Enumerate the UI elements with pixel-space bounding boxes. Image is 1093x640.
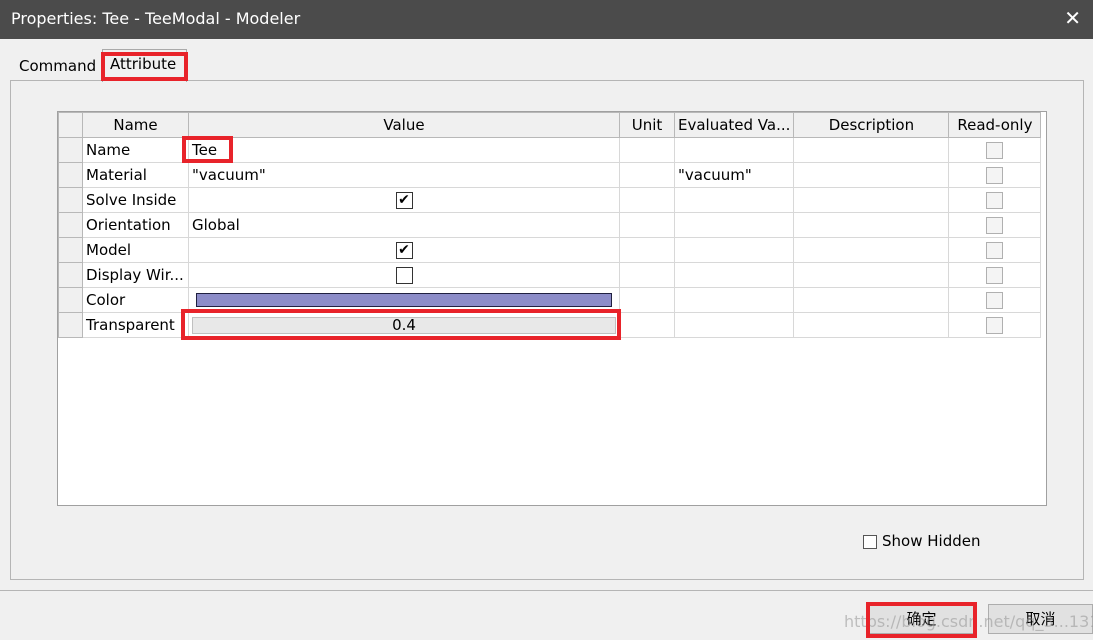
property-description xyxy=(793,212,950,238)
transparency-slider[interactable]: 0.4 xyxy=(192,316,616,334)
column-header-value[interactable]: Value xyxy=(188,112,620,138)
property-value-material[interactable]: "vacuum" xyxy=(188,162,620,188)
read-only-checkbox[interactable] xyxy=(986,142,1004,159)
show-hidden-label: Show Hidden xyxy=(882,532,981,550)
read-only-cell xyxy=(948,212,1042,238)
header-row: Name Value Unit Evaluated Va... Descript… xyxy=(58,112,1042,138)
read-only-checkbox[interactable] xyxy=(986,267,1004,284)
read-only-cell xyxy=(948,162,1042,188)
read-only-cell xyxy=(948,187,1042,213)
tab-command[interactable]: Command xyxy=(12,52,102,82)
property-value-orientation[interactable]: Global xyxy=(188,212,620,238)
properties-grid: Name Value Unit Evaluated Va... Descript… xyxy=(57,111,1047,506)
property-evaluated xyxy=(673,312,795,338)
read-only-cell xyxy=(948,312,1042,338)
read-only-cell xyxy=(948,237,1042,263)
corner-header xyxy=(58,112,83,138)
property-value-solve-inside: ✔ xyxy=(188,187,620,213)
property-name: Model xyxy=(82,237,189,263)
properties-table: Name Value Unit Evaluated Va... Descript… xyxy=(58,112,1042,338)
property-description xyxy=(793,162,950,188)
cancel-button[interactable]: 取消 xyxy=(988,604,1093,634)
read-only-checkbox[interactable] xyxy=(986,242,1004,259)
row-header[interactable] xyxy=(58,212,83,238)
property-unit xyxy=(619,262,675,288)
read-only-checkbox[interactable] xyxy=(986,317,1004,334)
property-evaluated xyxy=(673,137,795,163)
property-value-transparent: 0.4 xyxy=(188,312,620,338)
property-description xyxy=(793,137,950,163)
table-row: Color xyxy=(58,287,1042,313)
property-unit xyxy=(619,137,675,163)
table-row: Model ✔ xyxy=(58,237,1042,263)
column-header-unit[interactable]: Unit xyxy=(619,112,675,138)
read-only-cell xyxy=(948,137,1042,163)
read-only-cell xyxy=(948,262,1042,288)
property-value-model: ✔ xyxy=(188,237,620,263)
property-evaluated xyxy=(673,187,795,213)
tab-attribute[interactable]: Attribute xyxy=(102,49,187,82)
column-header-read-only[interactable]: Read-only xyxy=(948,112,1042,138)
property-value-display-wireframe xyxy=(188,262,620,288)
property-unit xyxy=(619,162,675,188)
table-row: Display Wir... xyxy=(58,262,1042,288)
display-wireframe-checkbox[interactable] xyxy=(395,267,413,284)
row-header[interactable] xyxy=(58,187,83,213)
property-description xyxy=(793,287,950,313)
column-header-evaluated-value[interactable]: Evaluated Va... xyxy=(673,112,795,138)
property-unit xyxy=(619,312,675,338)
property-unit xyxy=(619,187,675,213)
column-header-description[interactable]: Description xyxy=(793,112,950,138)
table-row: Name Tee xyxy=(58,137,1042,163)
model-checkbox[interactable]: ✔ xyxy=(395,242,413,259)
row-header[interactable] xyxy=(58,137,83,163)
table-row: Transparent 0.4 xyxy=(58,312,1042,338)
close-icon[interactable]: ✕ xyxy=(1064,8,1081,28)
read-only-checkbox[interactable] xyxy=(986,217,1004,234)
show-hidden-checkbox[interactable] xyxy=(863,534,877,549)
read-only-cell xyxy=(948,287,1042,313)
table-row: Solve Inside ✔ xyxy=(58,187,1042,213)
window-title: Properties: Tee - TeeModal - Modeler xyxy=(11,9,301,28)
row-header[interactable] xyxy=(58,162,83,188)
property-evaluated xyxy=(673,262,795,288)
read-only-checkbox[interactable] xyxy=(986,292,1004,309)
property-name: Name xyxy=(82,137,189,163)
title-bar: Properties: Tee - TeeModal - Modeler ✕ xyxy=(0,0,1093,39)
ok-button[interactable]: 确定 xyxy=(869,604,974,634)
property-name: Color xyxy=(82,287,189,313)
property-description xyxy=(793,187,950,213)
property-unit xyxy=(619,237,675,263)
property-unit xyxy=(619,287,675,313)
table-row: Material "vacuum" "vacuum" xyxy=(58,162,1042,188)
table-row: Orientation Global xyxy=(58,212,1042,238)
property-description xyxy=(793,237,950,263)
solve-inside-checkbox[interactable]: ✔ xyxy=(395,192,413,209)
property-evaluated xyxy=(673,212,795,238)
property-unit xyxy=(619,212,675,238)
row-header[interactable] xyxy=(58,287,83,313)
property-description xyxy=(793,312,950,338)
property-evaluated xyxy=(673,287,795,313)
property-evaluated xyxy=(673,237,795,263)
property-name: Orientation xyxy=(82,212,189,238)
property-name: Transparent xyxy=(82,312,189,338)
read-only-checkbox[interactable] xyxy=(986,167,1004,184)
property-value-color xyxy=(188,287,620,313)
property-name: Solve Inside xyxy=(82,187,189,213)
property-name: Display Wir... xyxy=(82,262,189,288)
property-description xyxy=(793,262,950,288)
read-only-checkbox[interactable] xyxy=(986,192,1004,209)
property-value-name[interactable]: Tee xyxy=(188,137,620,163)
show-hidden-option[interactable]: Show Hidden xyxy=(863,532,980,550)
property-name: Material xyxy=(82,162,189,188)
color-swatch[interactable] xyxy=(196,293,612,307)
property-evaluated: "vacuum" xyxy=(673,162,795,188)
column-header-name[interactable]: Name xyxy=(82,112,189,138)
row-header[interactable] xyxy=(58,262,83,288)
row-header[interactable] xyxy=(58,237,83,263)
row-header[interactable] xyxy=(58,312,83,338)
